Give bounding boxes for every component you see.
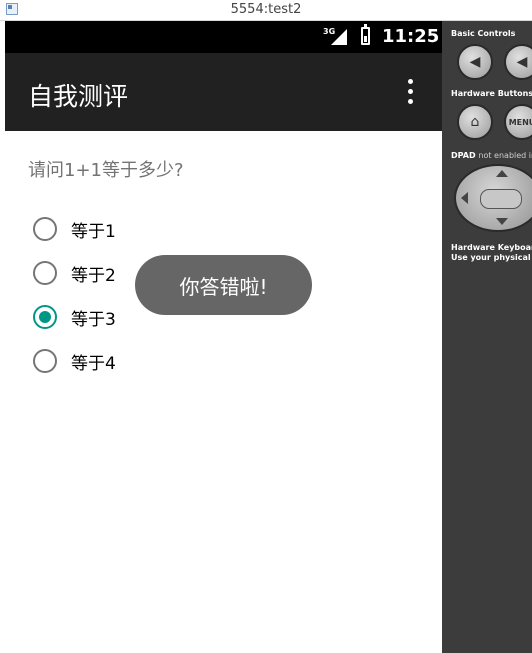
- emulator-control-panel: Basic Controls ◀ ◀ Hardware Buttons ⌂ ME…: [442, 21, 532, 653]
- home-icon: ⌂: [470, 114, 480, 130]
- volume-up-button[interactable]: ◀: [504, 44, 532, 80]
- menu-button[interactable]: MENU: [504, 104, 532, 140]
- dpad-down-icon[interactable]: [496, 218, 508, 225]
- hardware-buttons-label: Hardware Buttons: [451, 89, 532, 98]
- option-2[interactable]: 等于2: [33, 251, 116, 295]
- dpad-label: DPAD not enabled in: [451, 151, 532, 160]
- app-bar: 自我测评: [5, 53, 442, 131]
- radio-unchecked-icon[interactable]: [33, 261, 57, 285]
- volume-down-button[interactable]: ◀: [457, 44, 493, 80]
- menu-button-label: MENU: [508, 117, 532, 127]
- dpad-up-icon[interactable]: [496, 170, 508, 177]
- window-title-bar: 5554:test2: [0, 0, 532, 21]
- quiz-content: 请问1+1等于多少? 等于1 等于2 等于3 等于4: [5, 131, 442, 653]
- speaker-icon: ◀: [469, 54, 481, 70]
- question-text: 请问1+1等于多少?: [28, 160, 184, 181]
- option-label: 等于2: [71, 265, 116, 286]
- window-title: 5554:test2: [230, 2, 302, 17]
- dpad-status: not enabled in: [478, 151, 532, 160]
- radio-checked-icon[interactable]: [33, 305, 57, 329]
- answer-radio-group: 等于1 等于2 等于3 等于4: [33, 207, 116, 383]
- signal-icon: [331, 29, 347, 45]
- hardware-keyboard-hint: Use your physical k: [451, 253, 532, 262]
- radio-unchecked-icon[interactable]: [33, 217, 57, 241]
- option-3[interactable]: 等于3: [33, 295, 116, 339]
- option-4[interactable]: 等于4: [33, 339, 116, 383]
- option-1[interactable]: 等于1: [33, 207, 116, 251]
- battery-charging-icon: [361, 24, 370, 45]
- device-screen: 3G 11:25 自我测评 请问1+1等于多少? 等于1 等于2 等于3 等于4…: [5, 21, 442, 653]
- option-label: 等于4: [71, 353, 116, 374]
- dpad-control[interactable]: [454, 164, 532, 232]
- overflow-menu-icon[interactable]: [403, 79, 417, 105]
- dpad-center-button[interactable]: [480, 189, 522, 209]
- hardware-keyboard-label: Hardware Keyboard: [451, 243, 532, 252]
- app-title: 自我测评: [28, 82, 129, 111]
- dpad-title: DPAD: [451, 151, 476, 160]
- option-label: 等于3: [71, 309, 116, 330]
- speaker-icon: ◀: [516, 54, 528, 70]
- basic-controls-label: Basic Controls: [451, 29, 516, 38]
- status-bar: 3G 11:25: [5, 21, 442, 53]
- toast-message: 你答错啦!: [135, 255, 312, 315]
- home-button[interactable]: ⌂: [457, 104, 493, 140]
- status-time: 11:25: [382, 26, 440, 47]
- radio-unchecked-icon[interactable]: [33, 349, 57, 373]
- option-label: 等于1: [71, 221, 116, 242]
- dpad-left-icon[interactable]: [461, 192, 468, 204]
